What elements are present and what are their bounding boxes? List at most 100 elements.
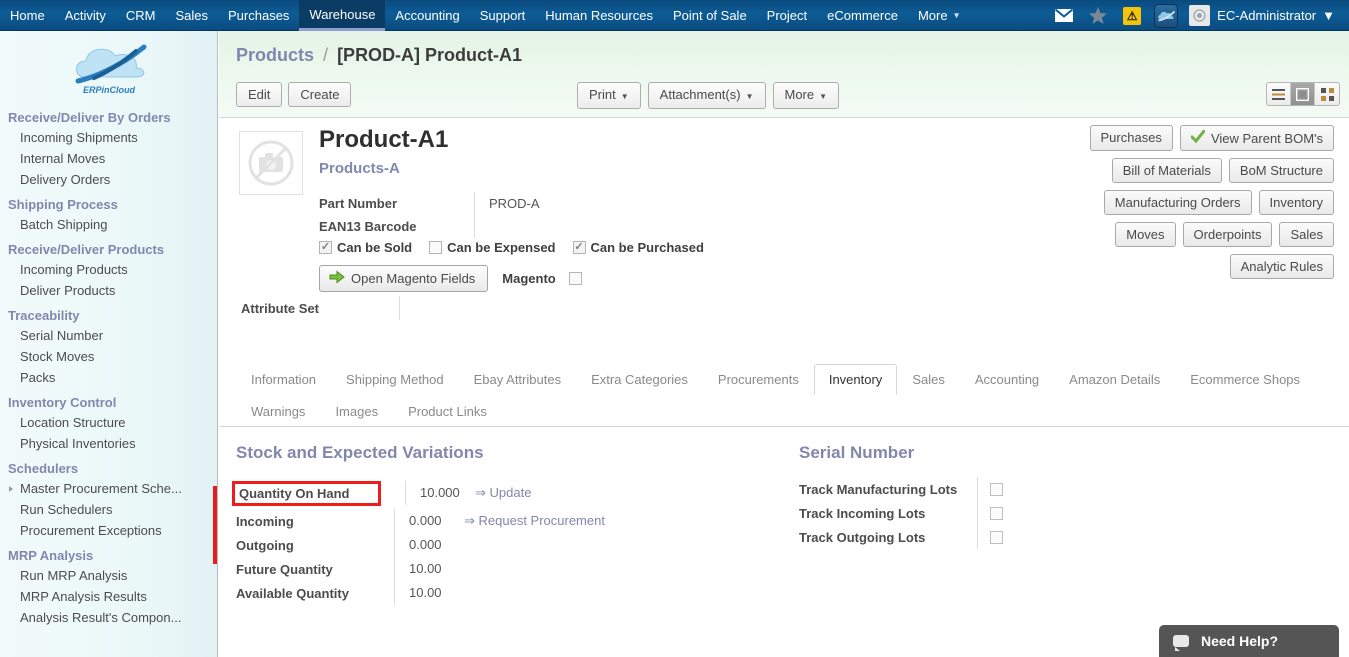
tab-information[interactable]: Information [236,364,331,395]
breadcrumb-parent[interactable]: Products [236,45,314,65]
checkbox[interactable]: ✓ [572,241,586,254]
nav-item-warehouse[interactable]: Warehouse [299,0,386,31]
purchases-button[interactable]: Purchases [1089,125,1173,151]
nav-item-project[interactable]: Project [757,0,817,31]
tab-procurements[interactable]: Procurements [703,364,814,395]
no-photo-icon[interactable] [239,131,303,195]
sidebar-item-packs[interactable]: Packs [0,367,217,388]
list-view-icon[interactable] [1267,83,1291,105]
bom-structure-button[interactable]: BoM Structure [1228,158,1334,183]
sidebar-item-physical-inventories[interactable]: Physical Inventories [0,433,217,454]
nav-item-label: Sales [175,8,208,23]
tab-inventory[interactable]: Inventory [813,364,898,395]
nav-item-activity[interactable]: Activity [55,0,116,31]
cloud-logo-icon[interactable] [1149,0,1183,31]
inventory-button[interactable]: Inventory [1258,190,1334,215]
view-parent-bom-s-button[interactable]: View Parent BOM's [1179,125,1334,151]
tab-extra-categories[interactable]: Extra Categories [576,364,703,395]
checkbox[interactable]: ✓ [319,241,332,254]
attachment-s-button[interactable]: Attachment(s) ▼ [647,82,766,109]
manufacturing-orders-button[interactable]: Manufacturing Orders [1103,190,1252,215]
sidebar-item-deliver-products[interactable]: Deliver Products [0,280,217,301]
tab-row-2: Warnings Images Product Links [236,394,1349,426]
kanban-view-icon[interactable] [1315,83,1339,105]
bill-of-materials-button[interactable]: Bill of Materials [1111,158,1222,183]
user-menu[interactable]: EC-Administrator ▼ [1183,0,1343,31]
sidebar-item-delivery-orders[interactable]: Delivery Orders [0,169,217,190]
tab-product-links[interactable]: Product Links [393,396,502,427]
sidebar-item-procurement-exceptions[interactable]: Procurement Exceptions [0,520,217,541]
nav-item-crm[interactable]: CRM [116,0,166,31]
checkbox[interactable] [990,530,1003,544]
sidebar-item-stock-moves[interactable]: Stock Moves [0,346,217,367]
sidebar-item-master-procurement-sche[interactable]: Master Procurement Sche... [0,478,217,499]
flag-can-be-sold[interactable]: ✓ Can be Sold [319,240,412,255]
nav-item-more[interactable]: More ▼ [908,0,971,31]
sidebar-item-location-structure[interactable]: Location Structure [0,412,217,433]
sidebar-item-analysis-result-s-compon[interactable]: Analysis Result's Compon... [0,607,217,628]
tab-label: Sales [912,372,945,387]
nav-item-ecommerce[interactable]: eCommerce [817,0,908,31]
sidebar-item-serial-number[interactable]: Serial Number [0,325,217,346]
sidebar-item-batch-shipping[interactable]: Batch Shipping [0,214,217,235]
tab-sales[interactable]: Sales [897,364,960,395]
tab-warnings[interactable]: Warnings [236,396,320,427]
edit-button[interactable]: Edit [236,82,283,107]
app-logo[interactable]: ERPinCloud [0,31,217,103]
sidebar-item-label: Run MRP Analysis [20,568,128,583]
sidebar-item-incoming-products[interactable]: Incoming Products [0,259,217,280]
tab-amazon-details[interactable]: Amazon Details [1054,364,1175,395]
serial-label: Track Manufacturing Lots [799,481,958,497]
warning-badge-icon[interactable]: ⚠ [1115,0,1149,31]
nav-item-support[interactable]: Support [470,0,536,31]
flag-can-be-expensed[interactable]: Can be Expensed [429,240,556,255]
nav-item-sales[interactable]: Sales [165,0,218,31]
print-button[interactable]: Print ▼ [577,82,641,109]
sidebar-item-mrp-analysis-results[interactable]: MRP Analysis Results [0,586,217,607]
tab-shipping-method[interactable]: Shipping Method [331,364,459,395]
sidebar-group-receive-deliver-by-orders: Receive/Deliver By Orders [8,110,171,125]
button-label: Attachment(s) [659,87,741,102]
update-link[interactable]: ⇒ Update [475,481,531,505]
request-procurement-link[interactable]: ⇒ Request Procurement [464,509,605,533]
checkbox[interactable] [429,241,443,254]
checkbox[interactable] [990,506,1003,520]
sidebar-item-internal-moves[interactable]: Internal Moves [0,148,217,169]
analytic-rules-button[interactable]: Analytic Rules [1229,254,1334,279]
tab-ecommerce-shops[interactable]: Ecommerce Shops [1175,364,1315,395]
sidebar-item-incoming-shipments[interactable]: Incoming Shipments [0,127,217,148]
sales-button[interactable]: Sales [1279,222,1334,247]
magento-checkbox[interactable] [568,272,582,285]
sidebar-item-run-schedulers[interactable]: Run Schedulers [0,499,217,520]
main-content: Products / [PROD-A] Product-A1 Edit Creat… [219,31,1349,657]
product-fields: Part Number PROD-A EAN13 Barcode [319,192,799,238]
stock-value-cell: 0.000 ⇒ Request Procurement [394,509,605,533]
orderpoints-button[interactable]: Orderpoints [1182,222,1273,247]
tab-accounting[interactable]: Accounting [960,364,1054,395]
need-help-widget[interactable]: Need Help? [1159,625,1339,657]
chevron-right-icon[interactable] [9,486,13,492]
tab-ebay-attributes[interactable]: Ebay Attributes [459,364,576,395]
flag-can-be-purchased[interactable]: ✓ Can be Purchased [572,240,704,255]
more-button[interactable]: More ▼ [772,82,840,109]
star-icon[interactable] [1081,0,1115,31]
create-button[interactable]: Create [288,82,352,107]
moves-button[interactable]: Moves [1115,222,1176,247]
tab-images[interactable]: Images [320,396,393,427]
sidebar-group-schedulers: Schedulers [8,461,79,476]
mail-icon[interactable] [1047,0,1081,31]
nav-item-accounting[interactable]: Accounting [385,0,469,31]
sidebar-menu: Receive/Deliver By Orders Incoming Shipme… [0,103,217,628]
nav-item-home[interactable]: Home [0,0,55,31]
checkbox[interactable] [990,482,1003,496]
field-value[interactable]: PROD-A [474,192,674,215]
sidebar-item-run-mrp-analysis[interactable]: Run MRP Analysis [0,565,217,586]
nav-item-human-resources[interactable]: Human Resources [535,0,663,31]
field-value[interactable] [474,215,674,238]
nav-item-purchases[interactable]: Purchases [218,0,299,31]
form-view-icon[interactable] [1291,83,1315,105]
nav-item-point-of-sale[interactable]: Point of Sale [663,0,757,31]
stock-section-title: Stock and Expected Variations [236,443,484,462]
product-category-link[interactable]: Products-A [319,160,400,177]
open-magento-fields-button[interactable]: Open Magento Fields [319,265,489,292]
